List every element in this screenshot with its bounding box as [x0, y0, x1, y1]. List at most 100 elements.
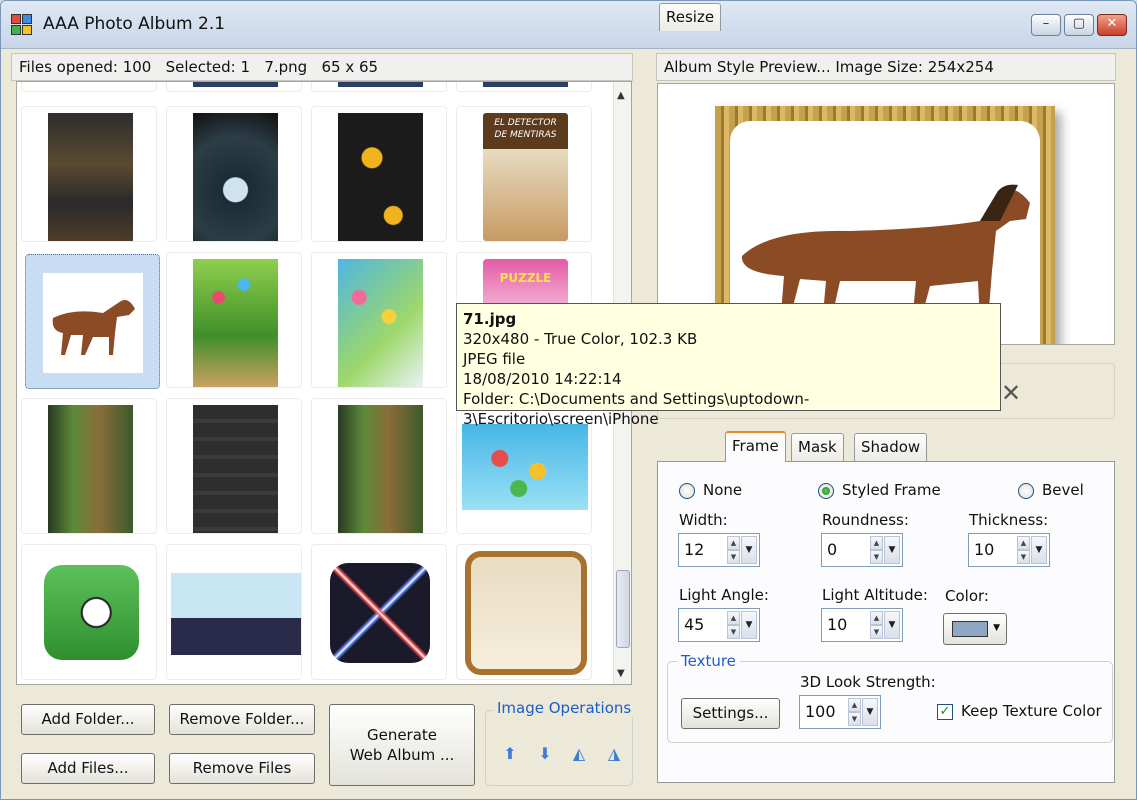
move-down-icon[interactable]: ⬇ — [534, 743, 556, 765]
spin-down-icon[interactable]: ▼ — [870, 550, 883, 564]
app-icon-thumbnail: EL DETECTOR DE MENTIRAS — [483, 113, 568, 241]
light-altitude-label: Light Altitude: — [822, 586, 928, 604]
tab-resize[interactable]: Resize — [659, 3, 722, 31]
roundness-label: Roundness: — [822, 511, 909, 529]
thumbnail-cell[interactable] — [166, 106, 302, 242]
roundness-spinner[interactable]: 0 ▲ ▼ ▼ — [821, 533, 903, 567]
texture-group-title: Texture — [677, 652, 740, 670]
close-icon[interactable]: ✕ — [1001, 379, 1021, 407]
thumbnail-cell[interactable] — [456, 544, 592, 680]
roundness-value: 0 — [827, 540, 838, 559]
tab-shadow[interactable]: Shadow — [854, 433, 928, 461]
puzzle-game-thumbnail: PUZZLE — [483, 259, 568, 309]
app-window: AAA Photo Album 2.1 – ▢ ✕ Files opened: … — [0, 0, 1137, 800]
rotate-left-icon[interactable]: ◭ — [568, 743, 590, 765]
scroll-down-icon[interactable]: ▼ — [617, 668, 625, 679]
game-screenshot-thumbnail — [48, 405, 133, 533]
tab-frame[interactable]: Frame — [725, 431, 786, 462]
preview-header-text: Album Style Preview... Image Size: 254x2… — [664, 58, 994, 76]
thumbnail-cell[interactable] — [21, 398, 157, 534]
radio-styled-frame-label: Styled Frame — [842, 481, 941, 499]
scroll-up-icon[interactable]: ▲ — [617, 90, 625, 101]
dropdown-arrow-icon[interactable]: ▼ — [862, 698, 878, 726]
radio-bevel[interactable] — [1018, 483, 1034, 499]
tooltip-date: 18/08/2010 14:22:14 — [463, 370, 622, 388]
thumbnail-cell[interactable] — [166, 398, 302, 534]
spin-down-icon[interactable]: ▼ — [727, 625, 740, 639]
tab-mask[interactable]: Mask — [791, 433, 844, 461]
thumbnail-cell[interactable] — [456, 82, 592, 92]
spin-down-icon[interactable]: ▼ — [870, 625, 883, 639]
width-value: 12 — [684, 540, 705, 559]
spin-up-icon[interactable]: ▲ — [727, 611, 740, 625]
dropdown-arrow-icon[interactable]: ▼ — [741, 611, 757, 639]
width-spinner[interactable]: 12 ▲ ▼ ▼ — [678, 533, 760, 567]
thickness-spinner[interactable]: 10 ▲ ▼ ▼ — [968, 533, 1050, 567]
title-bar[interactable]: AAA Photo Album 2.1 – ▢ ✕ — [1, 1, 1136, 49]
radio-none[interactable] — [679, 483, 695, 499]
game-screenshot-thumbnail — [193, 113, 278, 241]
spin-down-icon[interactable]: ▼ — [727, 550, 740, 564]
radio-none-label: None — [703, 481, 743, 499]
close-button[interactable]: ✕ — [1097, 14, 1127, 36]
remove-files-button[interactable]: Remove Files — [169, 753, 315, 784]
color-picker-button[interactable]: ▼ — [943, 613, 1007, 645]
tooltip-filetype: JPEG file — [463, 350, 526, 368]
spin-up-icon[interactable]: ▲ — [727, 536, 740, 550]
soccer-app-icon — [44, 565, 139, 660]
spin-up-icon[interactable]: ▲ — [870, 536, 883, 550]
keep-texture-checkbox[interactable]: ✓ — [937, 704, 953, 720]
thumbnail-cell[interactable] — [21, 106, 157, 242]
thumbnail-cell[interactable] — [311, 544, 447, 680]
remove-folder-button[interactable]: Remove Folder... — [169, 704, 315, 735]
image-operations-title: Image Operations — [493, 699, 636, 717]
thumbnail-cell[interactable] — [311, 82, 447, 92]
game-screenshot-thumbnail — [338, 113, 423, 241]
thumbnail-cell[interactable] — [166, 82, 302, 92]
light-angle-value: 45 — [684, 615, 705, 634]
thumbnail-cell[interactable] — [311, 106, 447, 242]
generate-web-album-button[interactable]: Generate Web Album ... — [329, 704, 475, 786]
thumbnail-cell[interactable] — [311, 398, 447, 534]
spin-down-icon[interactable]: ▼ — [1017, 550, 1030, 564]
add-files-button[interactable]: Add Files... — [21, 753, 155, 784]
detector-title-line2: DE MENTIRAS — [494, 130, 557, 140]
dropdown-arrow-icon[interactable]: ▼ — [1031, 536, 1047, 564]
light-altitude-value: 10 — [827, 615, 848, 634]
dropdown-arrow-icon[interactable]: ▼ — [884, 611, 900, 639]
dropdown-arrow-icon[interactable]: ▼ — [741, 536, 757, 564]
move-up-icon[interactable]: ⬆ — [499, 743, 521, 765]
texture-settings-button[interactable]: Settings... — [681, 698, 780, 729]
spin-up-icon[interactable]: ▲ — [848, 698, 861, 712]
minimize-button[interactable]: – — [1031, 14, 1061, 36]
add-folder-button[interactable]: Add Folder... — [21, 704, 155, 735]
maximize-button[interactable]: ▢ — [1064, 14, 1094, 36]
thumbnail-cell[interactable]: EL DETECTOR DE MENTIRAS — [456, 106, 592, 242]
light-altitude-spinner[interactable]: 10 ▲ ▼ ▼ — [821, 608, 903, 642]
thumbnail-cell[interactable] — [166, 544, 302, 680]
thumbnail-cell[interactable] — [21, 544, 157, 680]
radio-styled-frame[interactable] — [818, 483, 834, 499]
game-screenshot-thumbnail — [462, 424, 588, 510]
thumbnail-cell[interactable] — [311, 252, 447, 388]
thumbnail-cell[interactable] — [166, 252, 302, 388]
scroll-thumb[interactable] — [616, 570, 630, 648]
files-status-bar: Files opened: 100 Selected: 1 7.png 65 x… — [11, 53, 633, 81]
app-logo-icon — [11, 14, 33, 36]
rotate-right-icon[interactable]: ◮ — [603, 743, 625, 765]
thumbnail-cell[interactable] — [21, 82, 157, 92]
tooltip-folder: Folder: C:\Documents and Settings\uptodo… — [463, 390, 810, 428]
3d-strength-spinner[interactable]: 100 ▲ ▼ ▼ — [799, 695, 881, 729]
spin-up-icon[interactable]: ▲ — [1017, 536, 1030, 550]
game-screenshot-thumbnail — [48, 113, 133, 241]
spin-down-icon[interactable]: ▼ — [848, 712, 861, 726]
3d-strength-value: 100 — [805, 702, 836, 721]
tooltip-dimensions: 320x480 - True Color, 102.3 KB — [463, 330, 698, 348]
spin-up-icon[interactable]: ▲ — [870, 611, 883, 625]
light-angle-spinner[interactable]: 45 ▲ ▼ ▼ — [678, 608, 760, 642]
preview-header: Album Style Preview... Image Size: 254x2… — [656, 53, 1116, 81]
thumbnail-cell-selected[interactable] — [25, 254, 160, 389]
files-status-text: Files opened: 100 Selected: 1 7.png 65 x… — [19, 58, 379, 76]
dropdown-arrow-icon[interactable]: ▼ — [884, 536, 900, 564]
game-screenshot-thumbnail — [193, 259, 278, 387]
